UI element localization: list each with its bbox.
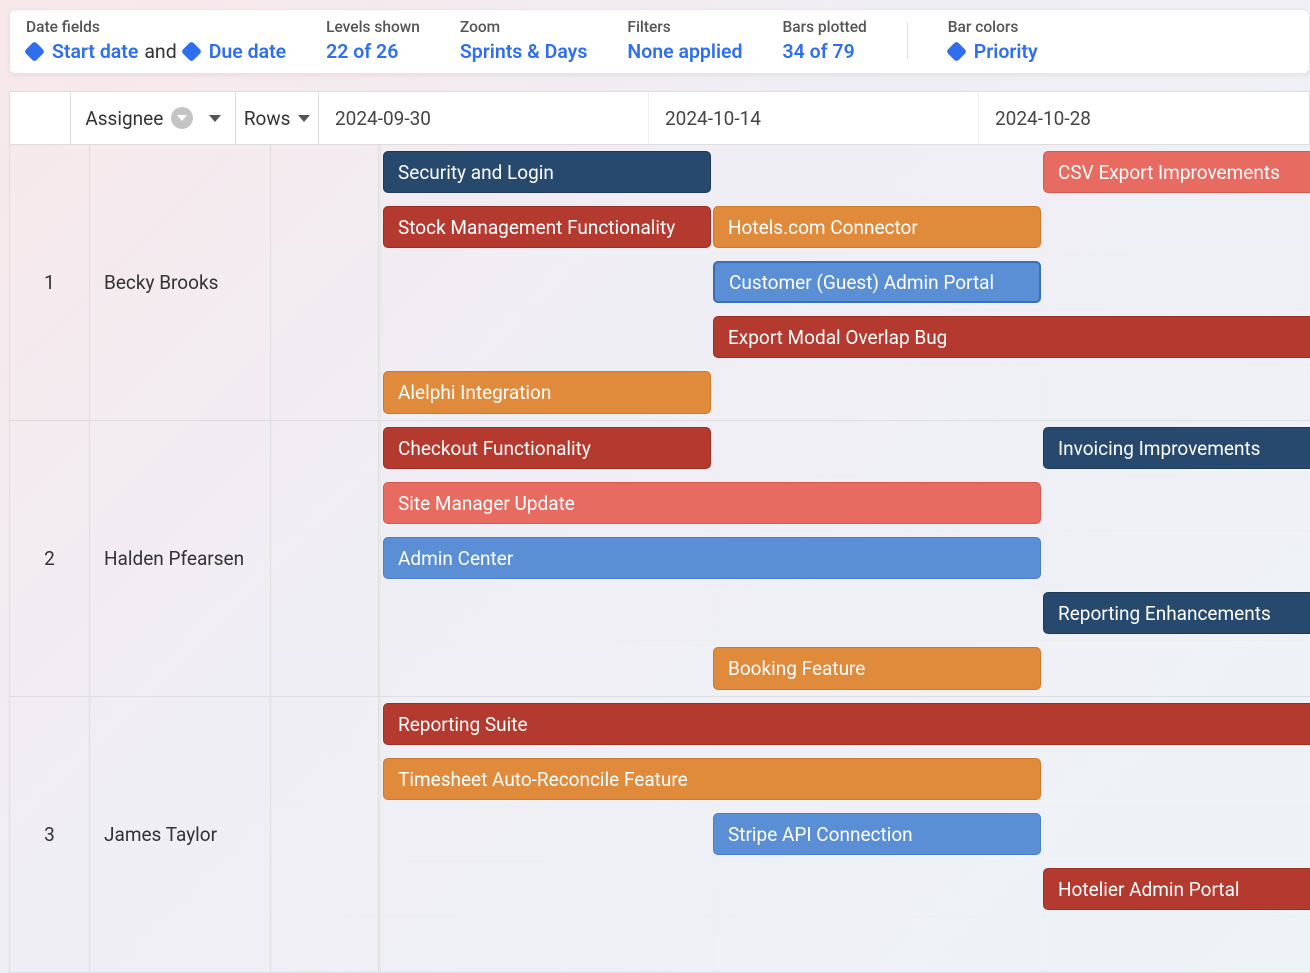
task-bar[interactable]: Timesheet Auto-Reconcile Feature [383,758,1041,800]
lane: Hotelier Admin Portal [379,862,1310,917]
task-bar[interactable]: Stock Management Functionality [383,206,711,248]
chevron-down-icon[interactable] [298,115,310,122]
task-bar[interactable]: Checkout Functionality [383,427,711,469]
due-date-link[interactable]: Due date [209,40,286,63]
lane [379,917,1310,972]
lane: Booking Feature [379,641,1310,696]
zoom-value[interactable]: Sprints & Days [460,40,588,63]
lane: Admin Center [379,531,1310,586]
date-column-0: 2024-09-30 [319,92,649,144]
assignee-cell: James Taylor [90,697,271,972]
levels-control[interactable]: Levels shown 22 of 26 [326,18,420,63]
rows-header-label: Rows [244,107,291,130]
lane: Reporting Enhancements [379,586,1310,641]
levels-label: Levels shown [326,18,420,36]
task-bar[interactable]: Hotels.com Connector [713,206,1041,248]
assignee-cell: Becky Brooks [90,145,271,420]
number-header [10,92,71,144]
date-fields-label: Date fields [26,18,286,36]
task-bar[interactable]: Alelphi Integration [383,371,711,414]
levels-value[interactable]: 22 of 26 [326,40,420,63]
rows-body-col [271,145,379,420]
assignee-cell: Halden Pfearsen [90,421,271,696]
task-bar[interactable]: Customer (Guest) Admin Portal [713,261,1041,303]
start-date-link[interactable]: Start date [52,40,138,63]
rows-header[interactable]: Rows [236,92,319,144]
date-column-1: 2024-10-14 [649,92,979,144]
assignee-group: 3James Taylor Reporting Suite Timesheet Au… [10,697,1310,973]
lane: Reporting Suite [379,697,1310,752]
group-number: 1 [10,145,90,420]
sort-icon[interactable] [171,107,193,129]
bar-colors-label: Bar colors [948,18,1038,36]
lanes: Checkout Functionality Invoicing Improvem… [379,421,1310,696]
timeline-header: 2024-09-30 2024-10-14 2024-10-28 [319,92,1309,144]
group-number: 2 [10,421,90,696]
assignee-group: 1Becky Brooks Security and Login CSV Expor… [10,145,1310,421]
assignee-header-label: Assignee [85,107,163,130]
diamond-icon [181,41,202,62]
task-bar[interactable]: Stripe API Connection [713,813,1041,855]
lane: Timesheet Auto-Reconcile Feature [379,752,1310,807]
lane: Security and Login CSV Export Improvement… [379,145,1310,200]
date-fields-control[interactable]: Date fields Start date and Due date [26,18,286,63]
lane: Stripe API Connection [379,807,1310,862]
diamond-icon [946,41,967,62]
bar-colors-value[interactable]: Priority [974,40,1038,63]
task-bar[interactable]: Site Manager Update [383,482,1041,524]
grid-body: 1Becky Brooks Security and Login CSV Expor… [9,145,1310,973]
gantt-grid: Assignee Rows 2024-09-30 2024-10-14 2024… [9,91,1310,973]
filters-label: Filters [627,18,742,36]
lane: Checkout Functionality Invoicing Improvem… [379,421,1310,476]
task-bar[interactable]: Reporting Suite [383,703,1310,745]
lane: Export Modal Overlap Bug [379,310,1310,365]
filters-control[interactable]: Filters None applied [627,18,742,63]
lanes: Reporting Suite Timesheet Auto-Reconcile … [379,697,1310,972]
rows-body-col [271,697,379,972]
lane: Customer (Guest) Admin Portal [379,255,1310,310]
and-text: and [144,40,176,63]
lane: Stock Management FunctionalityHotels.com… [379,200,1310,255]
lane: Alelphi Integration [379,365,1310,420]
header-row: Assignee Rows 2024-09-30 2024-10-14 2024… [9,91,1310,145]
bars-value[interactable]: 34 of 79 [782,40,866,63]
bar-colors-control[interactable]: Bar colors Priority [948,18,1038,63]
task-bar[interactable]: Reporting Enhancements [1043,592,1310,634]
group-number: 3 [10,697,90,972]
rows-body-col [271,421,379,696]
chevron-down-icon[interactable] [209,115,221,122]
assignee-header[interactable]: Assignee [71,92,236,144]
task-bar[interactable]: Invoicing Improvements [1043,427,1310,469]
diamond-icon [24,41,45,62]
task-bar[interactable]: Booking Feature [713,647,1041,690]
date-column-2: 2024-10-28 [979,92,1309,144]
assignee-group: 2Halden Pfearsen Checkout Functionality In… [10,421,1310,697]
task-bar[interactable]: Export Modal Overlap Bug [713,316,1310,358]
task-bar[interactable]: Security and Login [383,151,711,193]
lane: Site Manager Update [379,476,1310,531]
task-bar[interactable]: CSV Export Improvements [1043,151,1310,193]
zoom-control[interactable]: Zoom Sprints & Days [460,18,588,63]
filters-value[interactable]: None applied [627,40,742,63]
lanes: Security and Login CSV Export Improvement… [379,145,1310,420]
bars-control[interactable]: Bars plotted 34 of 79 [782,18,866,63]
divider [907,22,908,59]
task-bar[interactable]: Hotelier Admin Portal [1043,868,1310,910]
bars-label: Bars plotted [782,18,866,36]
zoom-label: Zoom [460,18,588,36]
task-bar[interactable]: Admin Center [383,537,1041,579]
control-bar: Date fields Start date and Due date Leve… [9,9,1310,74]
